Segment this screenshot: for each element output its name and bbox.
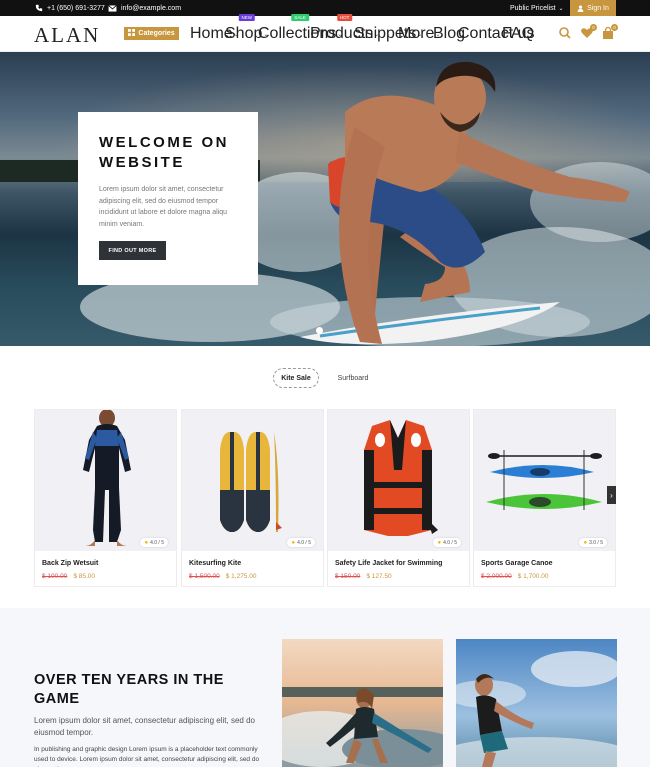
nav-faq[interactable]: FAQ	[502, 16, 534, 52]
product-card[interactable]: ● 4.0 / 5 Safety Life Jacket for Swimming…	[327, 409, 470, 587]
rating-badge: ● 4.0 / 5	[140, 538, 168, 547]
hero-banner: WELCOME ON WEBSITE Lorem ipsum dolor sit…	[0, 52, 650, 346]
rating-value: 3.0 / 5	[589, 539, 603, 546]
hero-title: WELCOME ON WEBSITE	[99, 134, 229, 171]
product-image[interactable]	[474, 410, 615, 551]
nav-faq-label: FAQ	[502, 25, 535, 42]
old-price: $ 2,000.00	[481, 573, 512, 580]
tab-kite-sale[interactable]: Kite Sale	[273, 368, 319, 388]
sale-badge: SALE	[291, 14, 309, 21]
product-image[interactable]	[182, 410, 323, 551]
phone-icon	[35, 4, 43, 12]
product-tabs: Kite Sale Surfboard	[0, 366, 650, 390]
slider-dot[interactable]	[316, 327, 323, 334]
star-icon: ●	[437, 539, 442, 546]
old-price: $ 150.00	[335, 573, 361, 580]
email-address: info@example.com	[121, 4, 182, 12]
email-contact[interactable]: info@example.com	[108, 0, 181, 16]
surfer-woman-image	[282, 639, 443, 767]
main-header: ALAN Categories Home ⌄ NEW Shop ⌄ SALE Col…	[0, 14, 650, 52]
cart-button[interactable]: 0	[601, 24, 618, 40]
star-icon: ●	[144, 539, 149, 546]
sign-in-label: Sign In	[587, 4, 609, 12]
wishlist-count: 0	[590, 24, 597, 31]
site-logo[interactable]: ALAN	[34, 23, 100, 48]
carousel-next-button[interactable]: ›	[607, 486, 616, 504]
rating-badge: ● 4.0 / 5	[287, 538, 315, 547]
product-prices: $ 150.00 $ 127.50	[335, 573, 392, 580]
rating-value: 4.0 / 5	[297, 539, 311, 546]
wishlist-button[interactable]: 0	[580, 24, 597, 40]
nav-shop-label: Shop	[225, 25, 263, 42]
about-section: OVER TEN YEARS IN THE GAME Lorem ipsum d…	[0, 608, 650, 767]
hero-text: Lorem ipsum dolor sit amet, consectetur …	[99, 186, 228, 228]
surfer-man-image	[456, 639, 617, 767]
star-icon: ●	[583, 539, 588, 546]
top-bar: +1 (650) 691-3277 info@example.com Publi…	[0, 0, 650, 16]
grid-icon	[128, 29, 136, 38]
product-card[interactable]: ● 4.0 / 5 Back Zip Wetsuit $ 100.00 $ 85.0…	[34, 409, 177, 587]
wetsuit-image	[83, 409, 131, 546]
product-name[interactable]: Safety Life Jacket for Swimming	[335, 560, 442, 567]
kite-board-image	[220, 431, 282, 532]
categories-label: Categories	[138, 30, 175, 37]
find-out-more-button[interactable]: FIND OUT MORE	[99, 241, 166, 260]
new-badge: NEW	[238, 14, 255, 21]
product-prices: $ 100.00 $ 85.00	[42, 573, 95, 580]
chevron-down-icon: ⌄	[558, 5, 564, 12]
surfer-photo-1	[282, 639, 443, 767]
nav-more-label: More	[398, 25, 435, 42]
star-icon: ●	[291, 539, 296, 546]
categories-button[interactable]: Categories	[124, 27, 179, 40]
about-lead: Lorem ipsum dolor sit amet, consectetur …	[34, 716, 255, 737]
pricelist-dropdown[interactable]: Public Pricelist ⌄	[510, 0, 564, 16]
product-image[interactable]	[35, 409, 176, 551]
old-price: $ 100.00	[42, 573, 68, 580]
sale-price: $ 85.00	[73, 573, 95, 580]
cart-count: 0	[611, 24, 618, 31]
life-jacket-image	[364, 420, 438, 536]
hot-badge: HOT	[336, 14, 353, 21]
phone-contact[interactable]: +1 (650) 691-3277	[35, 0, 105, 16]
about-title: OVER TEN YEARS IN THE GAME	[34, 672, 224, 707]
tab-surfboard[interactable]: Surfboard	[330, 368, 376, 388]
sale-price: $ 127.50	[366, 573, 392, 580]
canoe-image	[486, 450, 602, 510]
rating-badge: ● 3.0 / 5	[579, 538, 607, 547]
product-prices: $ 2,000.00 $ 1,700.00	[481, 573, 548, 580]
phone-number: +1 (650) 691-3277	[47, 4, 105, 12]
product-card[interactable]: ● 4.0 / 5 Kitesurfing Kite $ 1,500.00 $ 1,…	[181, 409, 324, 587]
user-icon	[577, 4, 584, 12]
rating-badge: ● 4.0 / 5	[433, 538, 461, 547]
sale-price: $ 1,275.00	[225, 573, 257, 580]
product-card[interactable]: ● 3.0 / 5 Sports Garage Canoe $ 2,000.00 $…	[473, 409, 616, 587]
sign-in-button[interactable]: Sign In	[570, 0, 616, 16]
sale-price: $ 1,700.00	[517, 573, 549, 580]
old-price: $ 1,500.00	[189, 573, 220, 580]
product-name[interactable]: Kitesurfing Kite	[189, 560, 241, 567]
surfer-photo-2	[456, 639, 617, 767]
product-image[interactable]	[328, 410, 469, 551]
rating-value: 4.0 / 5	[443, 539, 457, 546]
hero-welcome-card: WELCOME ON WEBSITE Lorem ipsum dolor sit…	[78, 112, 258, 285]
about-body: In publishing and graphic design Lorem i…	[34, 746, 260, 767]
pricelist-label: Public Pricelist	[510, 4, 556, 12]
product-name[interactable]: Back Zip Wetsuit	[42, 560, 98, 567]
product-prices: $ 1,500.00 $ 1,275.00	[189, 573, 256, 580]
product-name[interactable]: Sports Garage Canoe	[481, 560, 553, 567]
search-button[interactable]	[558, 26, 572, 40]
rating-value: 4.0 / 5	[150, 539, 164, 546]
mail-icon	[108, 4, 117, 12]
search-icon	[558, 27, 572, 44]
chevron-right-icon: ›	[610, 490, 613, 500]
